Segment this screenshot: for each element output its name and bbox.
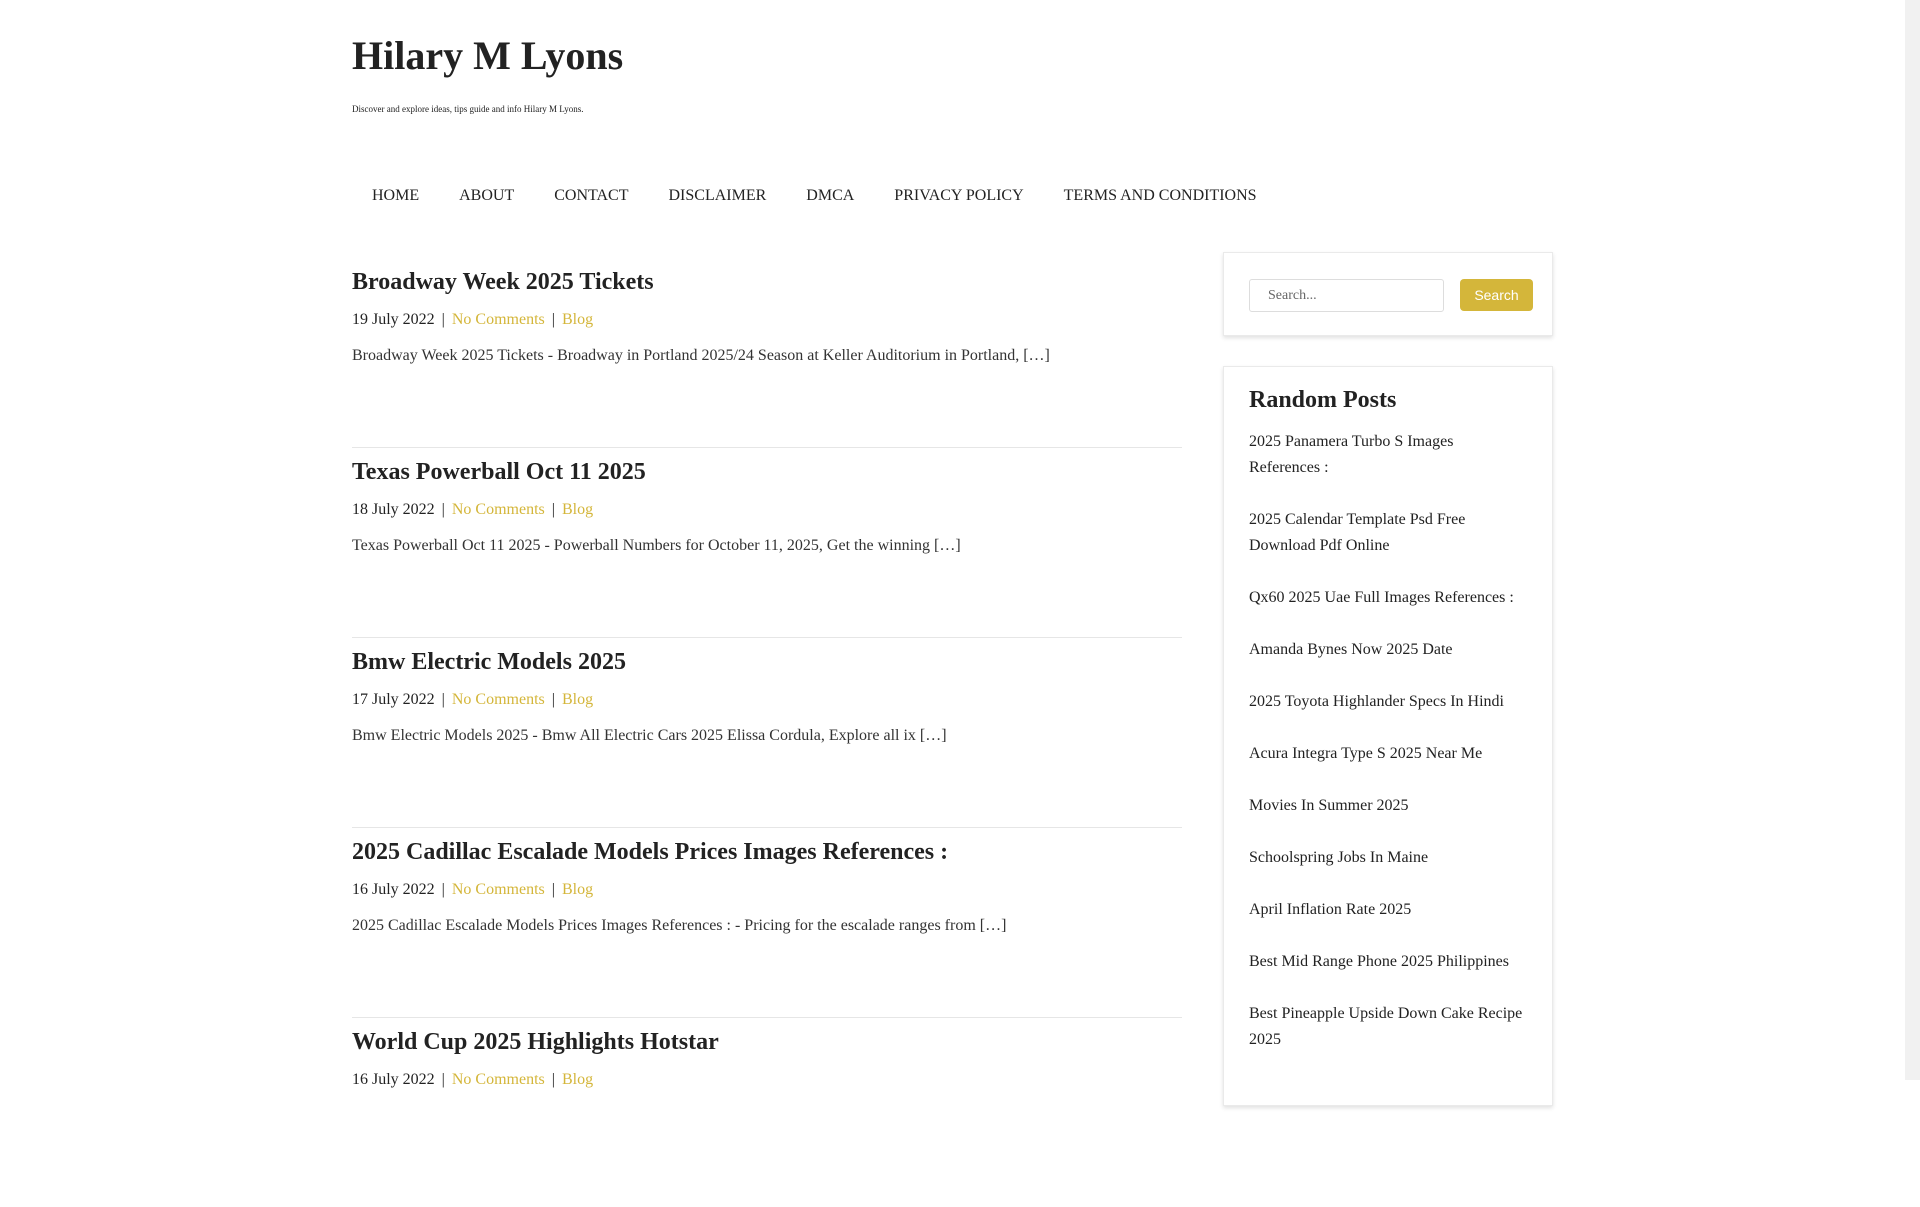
meta-separator: |	[441, 881, 445, 898]
list-item: 2025 Panamera Turbo S Images References …	[1249, 429, 1527, 481]
post-title[interactable]: World Cup 2025 Highlights Hotstar	[352, 1027, 719, 1057]
list-item: Acura Integra Type S 2025 Near Me	[1249, 741, 1527, 767]
post-meta: 17 July 2022 | No Comments | Blog	[352, 690, 593, 710]
meta-separator: |	[551, 691, 555, 708]
post-comments-link[interactable]: No Comments	[452, 691, 545, 708]
post-date: 18 July 2022	[352, 501, 435, 518]
list-item: Best Mid Range Phone 2025 Philippines	[1249, 949, 1527, 975]
random-post-link[interactable]: Acura Integra Type S 2025 Near Me	[1249, 745, 1482, 762]
nav-item-home[interactable]: HOME	[352, 184, 439, 208]
list-item: Amanda Bynes Now 2025 Date	[1249, 637, 1527, 663]
list-item: 2025 Toyota Highlander Specs In Hindi	[1249, 689, 1527, 715]
post-item: 2025 Cadillac Escalade Models Prices Ima…	[352, 828, 1182, 1018]
list-item: Movies In Summer 2025	[1249, 793, 1527, 819]
list-item: Best Pineapple Upside Down Cake Recipe 2…	[1249, 1001, 1527, 1053]
post-category-link[interactable]: Blog	[562, 311, 593, 328]
page-scrollbar[interactable]	[1905, 0, 1920, 1080]
post-meta: 16 July 2022 | No Comments | Blog	[352, 880, 593, 900]
search-widget: Search	[1223, 252, 1553, 336]
random-post-link[interactable]: April Inflation Rate 2025	[1249, 901, 1411, 918]
post-category-link[interactable]: Blog	[562, 691, 593, 708]
meta-separator: |	[441, 691, 445, 708]
random-post-link[interactable]: 2025 Toyota Highlander Specs In Hindi	[1249, 693, 1504, 710]
list-item: April Inflation Rate 2025	[1249, 897, 1527, 923]
random-post-link[interactable]: Best Mid Range Phone 2025 Philippines	[1249, 953, 1509, 970]
nav-item-terms-and-conditions[interactable]: TERMS AND CONDITIONS	[1044, 184, 1277, 208]
random-posts-list: 2025 Panamera Turbo S Images References …	[1249, 429, 1527, 1053]
random-post-link[interactable]: 2025 Calendar Template Psd Free Download…	[1249, 511, 1465, 554]
nav-item-privacy-policy[interactable]: PRIVACY POLICY	[874, 184, 1043, 208]
post-title[interactable]: Broadway Week 2025 Tickets	[352, 267, 654, 297]
post-comments-link[interactable]: No Comments	[452, 501, 545, 518]
post-item: Broadway Week 2025 Tickets 19 July 2022 |…	[352, 258, 1182, 448]
post-excerpt: 2025 Cadillac Escalade Models Prices Ima…	[352, 917, 1007, 934]
nav-item-contact[interactable]: CONTACT	[534, 184, 648, 208]
post-meta: 18 July 2022 | No Comments | Blog	[352, 500, 593, 520]
post-meta: 16 July 2022 | No Comments | Blog	[352, 1070, 593, 1090]
meta-separator: |	[441, 501, 445, 518]
post-date: 16 July 2022	[352, 881, 435, 898]
post-date: 19 July 2022	[352, 311, 435, 328]
post-title[interactable]: Texas Powerball Oct 11 2025	[352, 457, 646, 487]
search-input[interactable]	[1249, 279, 1444, 312]
meta-separator: |	[441, 311, 445, 328]
post-list: Broadway Week 2025 Tickets 19 July 2022 |…	[352, 258, 1182, 1207]
search-button[interactable]: Search	[1460, 279, 1533, 311]
post-meta: 19 July 2022 | No Comments | Blog	[352, 310, 593, 330]
random-post-link[interactable]: 2025 Panamera Turbo S Images References …	[1249, 433, 1453, 476]
post-category-link[interactable]: Blog	[562, 881, 593, 898]
post-title[interactable]: 2025 Cadillac Escalade Models Prices Ima…	[352, 837, 948, 867]
post-item: World Cup 2025 Highlights Hotstar 16 Jul…	[352, 1018, 1182, 1207]
post-item: Texas Powerball Oct 11 2025 18 July 2022…	[352, 448, 1182, 638]
post-excerpt: Broadway Week 2025 Tickets - Broadway in…	[352, 347, 1050, 364]
post-comments-link[interactable]: No Comments	[452, 311, 545, 328]
random-post-link[interactable]: Qx60 2025 Uae Full Images References :	[1249, 589, 1514, 606]
post-comments-link[interactable]: No Comments	[452, 881, 545, 898]
random-post-link[interactable]: Amanda Bynes Now 2025 Date	[1249, 641, 1453, 658]
site-description: Discover and explore ideas, tips guide a…	[352, 104, 584, 114]
meta-separator: |	[551, 311, 555, 328]
nav-item-dmca[interactable]: DMCA	[786, 184, 874, 208]
post-category-link[interactable]: Blog	[562, 501, 593, 518]
random-post-link[interactable]: Movies In Summer 2025	[1249, 797, 1409, 814]
nav-item-about[interactable]: ABOUT	[439, 184, 534, 208]
list-item: Schoolspring Jobs In Maine	[1249, 845, 1527, 871]
site-title[interactable]: Hilary M Lyons	[352, 30, 623, 82]
random-posts-title: Random Posts	[1249, 387, 1397, 413]
post-date: 17 July 2022	[352, 691, 435, 708]
meta-separator: |	[551, 501, 555, 518]
meta-separator: |	[551, 881, 555, 898]
sidebar: Search Random Posts 2025 Panamera Turbo …	[1223, 252, 1553, 1106]
list-item: Qx60 2025 Uae Full Images References :	[1249, 585, 1527, 611]
list-item: 2025 Calendar Template Psd Free Download…	[1249, 507, 1527, 559]
post-excerpt: Texas Powerball Oct 11 2025 - Powerball …	[352, 537, 961, 554]
random-post-link[interactable]: Schoolspring Jobs In Maine	[1249, 849, 1428, 866]
main-nav: HOME ABOUT CONTACT DISCLAIMER DMCA PRIVA…	[352, 184, 1277, 208]
post-item: Bmw Electric Models 2025 17 July 2022 | No…	[352, 638, 1182, 828]
random-posts-widget: Random Posts 2025 Panamera Turbo S Image…	[1223, 366, 1553, 1106]
nav-item-disclaimer[interactable]: DISCLAIMER	[649, 184, 787, 208]
post-title[interactable]: Bmw Electric Models 2025	[352, 647, 626, 677]
post-excerpt: Bmw Electric Models 2025 - Bmw All Elect…	[352, 727, 947, 744]
random-post-link[interactable]: Best Pineapple Upside Down Cake Recipe 2…	[1249, 1005, 1522, 1048]
